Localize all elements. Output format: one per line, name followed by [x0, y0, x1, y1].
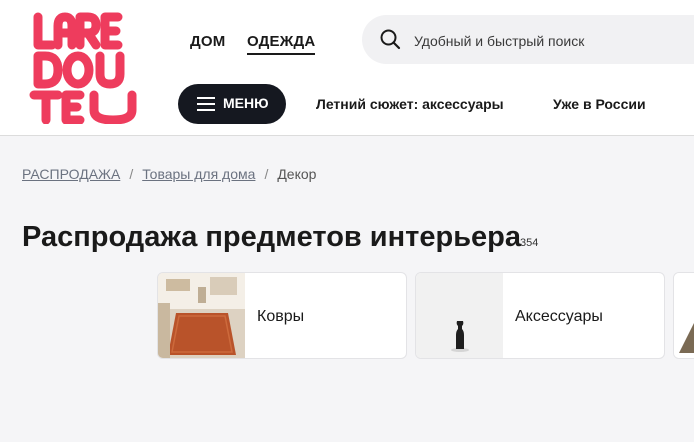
hamburger-icon: [197, 97, 215, 114]
breadcrumb-item-sale[interactable]: РАСПРОДАЖА: [22, 166, 120, 182]
breadcrumb: РАСПРОДАЖА / Товары для дома / Декор: [22, 166, 316, 182]
page-title: Распродажа предметов интерьера: [22, 221, 521, 253]
breadcrumb-item-home-goods[interactable]: Товары для дома: [142, 166, 255, 182]
search-input[interactable]: [412, 15, 694, 66]
brand-logo[interactable]: [28, 12, 144, 124]
menu-button-label: МЕНЮ: [223, 95, 269, 111]
category-card-accessories[interactable]: Аксессуары: [415, 272, 665, 359]
product-count: 354: [520, 237, 539, 249]
search-bar[interactable]: [362, 15, 694, 66]
nav-link-summer-accessories[interactable]: Летний сюжет: аксессуары: [316, 96, 504, 112]
nav-link-already-in-russia[interactable]: Уже в России: [553, 96, 646, 112]
logo-icon: [29, 12, 137, 124]
breadcrumb-separator: /: [264, 166, 269, 182]
category-label: Аксессуары: [515, 308, 603, 325]
tab-home[interactable]: ДОМ: [190, 33, 225, 50]
rug-thumbnail: [158, 273, 245, 358]
accessory-thumbnail: [416, 273, 503, 358]
category-label: Ковры: [257, 308, 305, 325]
site-header: ДОМ ОДЕЖДА МЕНЮ Летний сюжет: аксессуары…: [0, 0, 694, 136]
menu-button[interactable]: МЕНЮ: [178, 84, 286, 124]
category-card-partial[interactable]: [673, 272, 694, 359]
partial-thumbnail: [674, 273, 694, 358]
breadcrumb-current: Декор: [277, 166, 317, 182]
search-icon[interactable]: [380, 29, 401, 55]
tab-clothing[interactable]: ОДЕЖДА: [247, 33, 316, 55]
category-card-rugs[interactable]: Ковры: [157, 272, 407, 359]
breadcrumb-separator: /: [129, 166, 134, 182]
